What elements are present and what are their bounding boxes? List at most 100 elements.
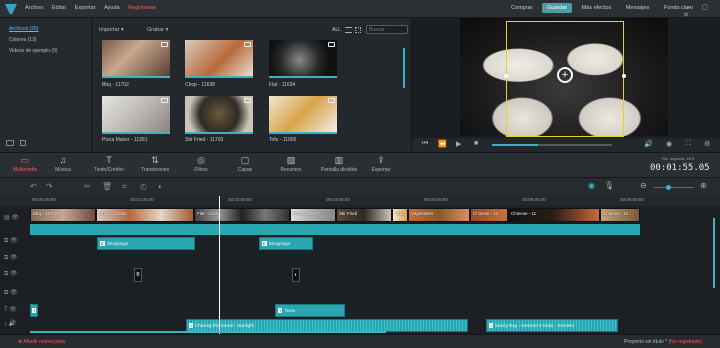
ruler-tick: 00:02:00:00	[228, 197, 252, 202]
unregistered-label[interactable]: (No registrado)	[668, 339, 701, 345]
play-icon[interactable]: ▶	[456, 140, 461, 148]
redo-icon[interactable]: ↷	[46, 182, 53, 191]
tab-filtros[interactable]: ◎ Filtros	[179, 154, 223, 173]
settings-icon[interactable]: ⚙	[704, 140, 710, 148]
text-clip-small[interactable]: T	[30, 304, 38, 317]
track-overlay2-controls[interactable]: ⧉ 👁	[4, 254, 26, 268]
audio-clip[interactable]: ♪ Sunny Day - Summer's Grain - Summer	[486, 319, 618, 332]
tab-recursos[interactable]: ▨ Recursos	[269, 154, 313, 173]
snapshot-icon[interactable]: ◉	[666, 140, 672, 148]
save-button[interactable]: Guardar	[541, 3, 573, 13]
speed-icon[interactable]: ◴	[140, 182, 147, 191]
track-overlay4-controls[interactable]: ⧉ 👁	[4, 289, 26, 303]
media-thumb-flat[interactable]	[269, 40, 337, 78]
video-clip[interactable]: Chinese - 11	[600, 208, 640, 222]
menu-exportar[interactable]: Exportar	[75, 5, 96, 11]
video-clip[interactable]: Chinese - 11	[470, 208, 508, 222]
overlay-clip[interactable]: E Shopping4	[97, 237, 195, 250]
timeline-ruler[interactable]: 00:00:00:00 00:01:00:00 00:02:00:00 00:0…	[0, 196, 720, 206]
category-ejemplos[interactable]: Videos de ejemplo (9)	[0, 46, 91, 57]
move-handle-icon[interactable]: +	[557, 67, 573, 83]
zoom-in-icon[interactable]: ⊕	[700, 181, 707, 190]
tab-musica[interactable]: ♫ Música	[41, 154, 85, 173]
menu-registrarse[interactable]: Registrarse	[128, 5, 156, 11]
messages-button[interactable]: Mensajes	[621, 3, 655, 13]
clip-label: Chasing the sunset - Sunlight	[195, 323, 254, 328]
track-audio-controls[interactable]: ♪ 🔊	[4, 320, 26, 334]
search-placeholder: Buscar	[369, 27, 385, 33]
track-overlay1-controls[interactable]: ⧉ 👁	[4, 237, 26, 251]
maximize-icon[interactable]: ▢	[701, 4, 708, 11]
tab-pantalla-dividida[interactable]: ▥ Pantalla dividida	[315, 154, 363, 173]
media-thumb-pizza[interactable]	[102, 96, 170, 134]
stop-icon[interactable]: ■	[474, 140, 478, 147]
zoom-slider-knob[interactable]	[666, 185, 671, 190]
buy-button[interactable]: Comprar	[506, 3, 537, 13]
tab-capas[interactable]: ▢ Capas	[223, 154, 267, 173]
fullscreen-icon[interactable]: ⛶	[686, 140, 691, 148]
grid-view-icon[interactable]	[355, 27, 361, 33]
zoom-out-icon[interactable]: ⊖	[640, 181, 647, 190]
prev-frame-icon[interactable]: ⏮	[422, 140, 428, 148]
playhead-marker-icon[interactable]: ◉	[588, 181, 595, 190]
video-clip[interactable]: Chinese - 11	[508, 208, 600, 222]
playhead[interactable]	[219, 196, 220, 334]
menu-ayuda[interactable]: Ayuda	[104, 5, 120, 11]
track-text-controls[interactable]: T 👁	[4, 306, 26, 320]
menu-archivo[interactable]: Archivo	[25, 5, 43, 11]
track-video-controls[interactable]: ▤ 👁	[4, 214, 26, 228]
timeline-vscrollbar[interactable]	[713, 218, 715, 288]
volume-icon[interactable]: 🔊	[644, 140, 653, 148]
tab-transiciones[interactable]: ⇅ Transiciones	[133, 154, 177, 173]
video-clip[interactable]: Flat - 11634	[194, 208, 290, 222]
rewind-icon[interactable]: ⏪	[438, 140, 447, 148]
delete-icon[interactable]: 🗑	[102, 182, 112, 191]
delete-folder-icon[interactable]	[20, 140, 26, 146]
video-clip[interactable]: Bbq - 11702	[30, 208, 96, 222]
tab-exportar[interactable]: ⇪ Exportar	[359, 154, 403, 173]
category-colores[interactable]: Colores (13)	[0, 35, 91, 46]
text-clip[interactable]: T Texto	[275, 304, 345, 317]
media-thumb-stirfried[interactable]	[185, 96, 253, 134]
mic-icon[interactable]: 🎙	[604, 181, 614, 190]
overlay-clip-label: E Shopping4	[262, 241, 290, 246]
list-view-icon[interactable]	[345, 27, 352, 33]
preview-progress-track[interactable]	[492, 144, 612, 146]
media-thumb-bbq[interactable]	[102, 40, 170, 78]
transition-marker[interactable]: ◐	[292, 268, 300, 282]
filter-all[interactable]: ALL	[332, 27, 341, 33]
zoom-slider[interactable]	[654, 185, 694, 190]
overlay-clip[interactable]: E Shopping4	[259, 237, 313, 250]
library-scrollbar[interactable]	[403, 48, 405, 88]
undo-icon[interactable]: ↶	[30, 182, 37, 191]
clip-label: Chinese - 11	[603, 211, 629, 216]
video-clip[interactable]: Chop - 11638	[96, 208, 194, 222]
crop-handle[interactable]	[622, 74, 626, 78]
color-icon[interactable]: ◐	[158, 182, 163, 191]
add-folder-icon[interactable]	[6, 140, 14, 146]
add-track-button[interactable]: ⊕ Añadir nueva pista	[18, 339, 65, 345]
video-clip[interactable]: Tofu	[392, 208, 408, 222]
timeline-hscrollbar[interactable]	[30, 331, 386, 333]
clip-label: Shopping4	[106, 241, 129, 246]
record-label: Grabar	[147, 27, 165, 33]
category-archivos[interactable]: Archivos (26)	[0, 24, 91, 35]
more-effects-button[interactable]: Más efectos	[577, 3, 617, 13]
transition-marker[interactable]: B	[134, 268, 142, 282]
record-button[interactable]: Grabar ▾	[147, 27, 168, 33]
minimize-icon[interactable]: –	[687, 4, 691, 11]
video-clip[interactable]: Vegetables	[408, 208, 470, 222]
crop-icon[interactable]: ⌗	[122, 182, 127, 192]
video-clip[interactable]: Pizza Make	[290, 208, 336, 222]
cut-icon[interactable]: ✂	[84, 182, 91, 191]
top-actions: Comprar Guardar Más efectos Mensajes Fon…	[503, 3, 698, 13]
search-input[interactable]: Buscar	[366, 25, 408, 34]
import-button[interactable]: Importar ▾	[99, 27, 124, 33]
crop-handle[interactable]	[504, 74, 508, 78]
tab-texto[interactable]: T Texto/Crédito	[87, 154, 131, 173]
media-thumb-tofu[interactable]	[269, 96, 337, 134]
media-thumb-chop[interactable]	[185, 40, 253, 78]
menu-editar[interactable]: Editar	[52, 5, 66, 11]
track-overlay3-controls[interactable]: ⧉ 👁	[4, 270, 26, 284]
video-clip[interactable]: Stir Fried	[336, 208, 392, 222]
